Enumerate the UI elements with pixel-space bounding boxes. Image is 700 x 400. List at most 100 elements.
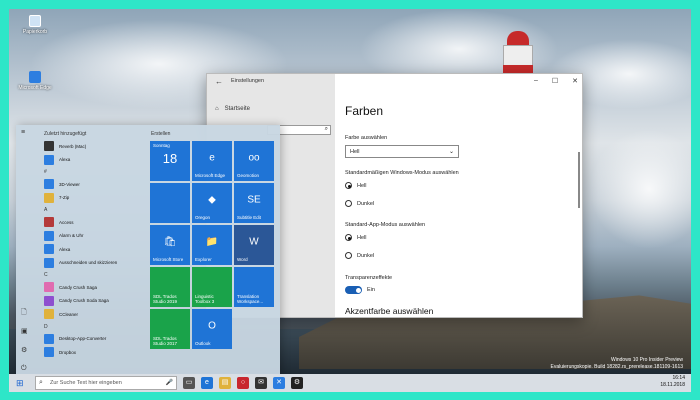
chevron-down-icon: ⌄ xyxy=(448,149,454,155)
app-list-item[interactable]: Desktop-App-Converter xyxy=(44,333,107,344)
nav-home[interactable]: ⌂ Startseite xyxy=(215,106,250,112)
gear-icon[interactable]: ⚙ xyxy=(21,346,27,354)
app-list-letter[interactable]: # xyxy=(44,169,47,175)
app-list-item[interactable]: CCleaner xyxy=(44,309,78,319)
app-label: Candy Crush Soda Saga xyxy=(59,298,109,303)
mail-icon[interactable]: ✉ xyxy=(255,377,267,389)
task-view-icon[interactable]: ▭ xyxy=(183,377,195,389)
app-list-letter[interactable]: C xyxy=(44,272,48,278)
search-icon: ⌕ xyxy=(39,379,43,386)
app-label: Ausschneiden und skizzieren xyxy=(59,260,118,265)
app-list-letter[interactable]: A xyxy=(44,207,47,213)
app-list-item[interactable]: Candy Crush Saga xyxy=(44,282,97,292)
start-tile[interactable]: ◆ Oregon xyxy=(192,183,232,223)
app-label: Access xyxy=(59,219,74,225)
scrollbar[interactable] xyxy=(578,152,580,208)
color-select[interactable]: Hell ⌄ xyxy=(345,145,459,158)
document-icon[interactable]: 🗋 xyxy=(21,308,27,319)
start-tile[interactable]: 18 Sonntag xyxy=(150,141,190,181)
folder-icon[interactable]: ▤ xyxy=(219,377,231,389)
windows-mode-light-radio[interactable]: Hell xyxy=(345,182,366,189)
power-icon[interactable]: ⏻ xyxy=(21,365,27,373)
system-tray[interactable]: 16:14 18.11.2018 xyxy=(660,375,685,388)
start-tile[interactable]: SDL Trados Studio 2019 xyxy=(150,267,190,307)
radio-selected-icon xyxy=(345,234,352,241)
start-tile[interactable]: SE Subtitle Edit xyxy=(234,183,274,223)
radio-label: Hell xyxy=(357,182,367,189)
app-list-item[interactable]: 3D-Viewer xyxy=(44,179,80,189)
windows-mode-dark-radio[interactable]: Dunkel xyxy=(345,200,374,207)
tile-icon: e xyxy=(209,152,215,164)
tile-label: Explorer xyxy=(195,257,212,263)
app-icon xyxy=(44,179,54,189)
search-placeholder: Zur Suche Text hier eingeben xyxy=(50,380,122,386)
app-list-item[interactable]: Alarm & Uhr xyxy=(44,230,84,241)
start-tile[interactable]: W Word xyxy=(234,225,274,265)
start-tile[interactable]: oo Geomotion xyxy=(234,141,274,181)
screenshot-frame: Papierkorb Microsoft Edge ← Einstellunge… xyxy=(0,0,700,400)
tile-icon: 📁 xyxy=(205,236,219,248)
app-list-item[interactable]: Dropbox xyxy=(44,347,76,357)
app-icon[interactable]: ○ xyxy=(237,377,249,389)
tile-label: Linguistic Toolbox 3 xyxy=(195,294,215,305)
start-tile[interactable]: Translation Workspace... xyxy=(234,267,274,307)
app-icon[interactable]: ✕ xyxy=(273,377,285,389)
start-tile[interactable]: Linguistic Toolbox 3 xyxy=(192,267,232,307)
back-arrow-icon[interactable]: ← xyxy=(215,77,223,86)
tile-icon: ◆ xyxy=(208,194,216,206)
clock-date: 18.11.2018 xyxy=(660,381,685,388)
cloud xyxy=(589,129,691,249)
app-mode-dark-radio[interactable]: Dunkel xyxy=(345,252,374,259)
search-icon: ⌕ xyxy=(324,126,328,132)
close-icon[interactable]: ✕ xyxy=(572,77,578,85)
windows-start-icon[interactable]: ⊞ xyxy=(16,378,24,389)
start-tile[interactable]: e Microsoft Edge xyxy=(192,141,232,181)
desktop: Papierkorb Microsoft Edge ← Einstellunge… xyxy=(9,9,691,392)
start-tile[interactable]: 📁 Explorer xyxy=(192,225,232,265)
app-icon xyxy=(44,295,54,306)
app-label: CCleaner xyxy=(59,311,79,317)
settings-taskbar-icon[interactable]: ⚙ xyxy=(291,377,303,389)
app-list-item[interactable]: Reverb (Mac) xyxy=(44,141,86,151)
start-rail: ≡ 🗋 ▣ ⚙ ⏻ xyxy=(16,125,34,383)
taskbar-search-box[interactable]: ⌕ Zur Suche Text hier eingeben 🎤 xyxy=(35,376,177,390)
start-tile[interactable]: 🛍 Microsoft Store xyxy=(150,225,190,265)
start-tile[interactable]: SDL Trados Studio 2017 xyxy=(150,309,190,349)
tile-icon: O xyxy=(208,320,216,332)
monitor-icon xyxy=(29,71,41,83)
radio-selected-icon xyxy=(345,182,352,189)
toggle-state: Ein xyxy=(367,287,375,293)
desktop-icon-edge[interactable]: Microsoft Edge xyxy=(17,71,53,91)
app-list-item[interactable]: 7-Zip xyxy=(44,192,69,203)
app-mode-light-radio[interactable]: Hell xyxy=(345,234,366,241)
edge-icon[interactable]: e xyxy=(201,377,213,389)
app-icon xyxy=(44,333,54,344)
app-list-item[interactable]: Access xyxy=(44,217,74,227)
tile-label: SDL Trados Studio 2017 xyxy=(153,336,178,347)
app-list-item[interactable]: Alexa xyxy=(44,244,70,254)
start-tile[interactable] xyxy=(150,183,190,223)
app-label: Desktop-App-Converter xyxy=(59,336,107,341)
microphone-icon[interactable]: 🎤 xyxy=(166,379,173,386)
app-mode-label: Standard-App-Modus auswählen xyxy=(345,222,426,228)
app-label: Alexa xyxy=(59,246,71,252)
app-label: Candy Crush Saga xyxy=(59,284,98,290)
app-list-letter[interactable]: D xyxy=(44,324,48,330)
tile-label: Geomotion xyxy=(237,173,260,179)
transparency-toggle[interactable]: Ein xyxy=(345,286,375,294)
radio-label: Dunkel xyxy=(357,252,375,259)
app-icon xyxy=(44,347,54,357)
app-list-item[interactable]: Ausschneiden und skizzieren xyxy=(44,257,118,268)
pictures-icon[interactable]: ▣ xyxy=(21,327,28,335)
app-icon xyxy=(44,192,54,203)
start-tile[interactable]: O Outlook xyxy=(192,309,232,349)
app-icon xyxy=(44,309,54,319)
nav-home-label: Startseite xyxy=(224,106,250,112)
app-list-item[interactable]: Alexa xyxy=(44,154,70,165)
app-label: Reverb (Mac) xyxy=(59,143,87,149)
watermark-line: Evaluierungskopie. Build 18282.rs_prerel… xyxy=(550,363,684,370)
hamburger-icon[interactable]: ≡ xyxy=(21,129,25,136)
tile-icon: oo xyxy=(248,152,260,164)
desktop-icon-recycle-bin[interactable]: Papierkorb xyxy=(17,15,53,35)
app-list-item[interactable]: Candy Crush Soda Saga xyxy=(44,295,109,306)
